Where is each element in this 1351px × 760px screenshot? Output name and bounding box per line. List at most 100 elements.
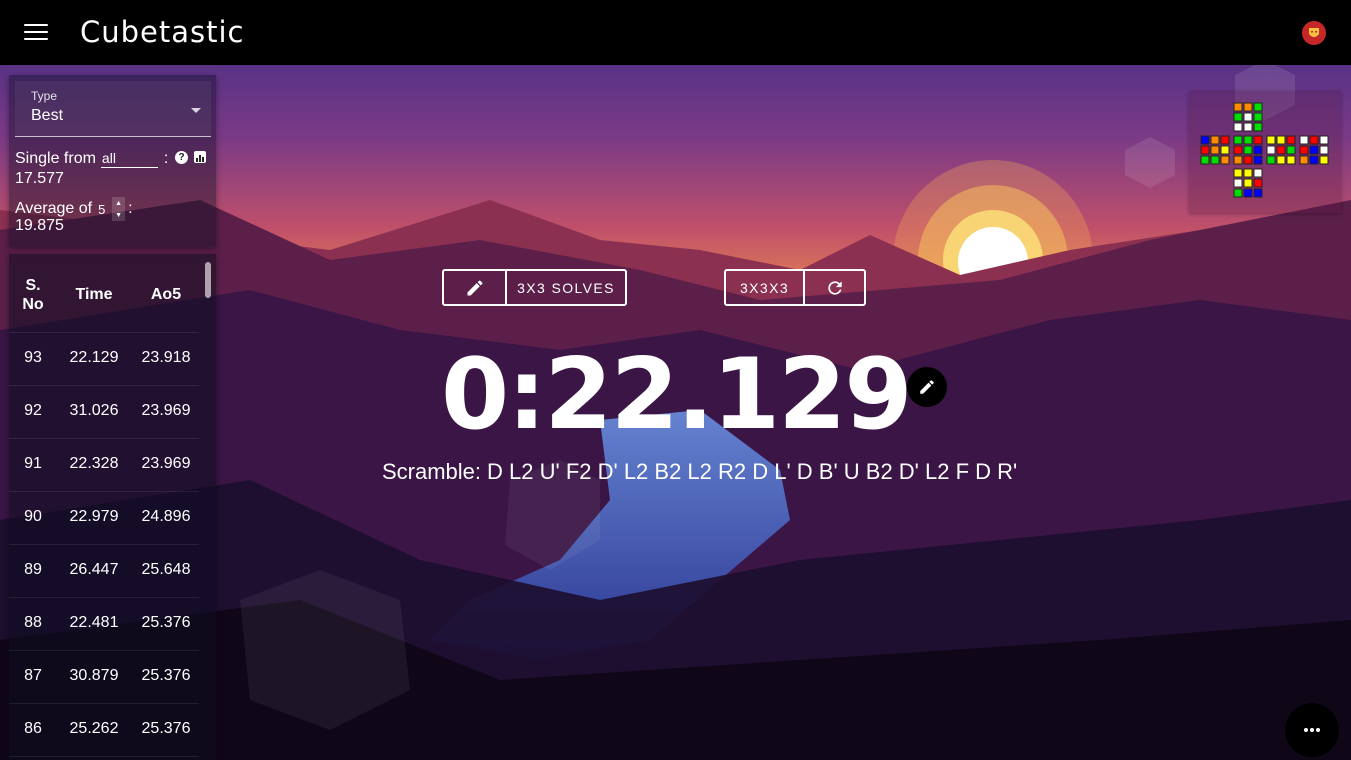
cell-sno: 93 [24, 349, 42, 366]
menu-icon[interactable] [24, 24, 48, 42]
cube-sticker-u [1233, 122, 1243, 132]
cube-sticker-r [1276, 135, 1286, 145]
cube-sticker-f [1243, 145, 1253, 155]
cell-time: 22.481 [69, 614, 119, 631]
cell-sno: 89 [24, 561, 42, 578]
cube-net [1200, 102, 1329, 198]
cube-sticker-l [1200, 135, 1210, 145]
column-sno-line2: No [22, 296, 44, 313]
cell-time: 25.262 [69, 720, 119, 737]
user-avatar[interactable] [1302, 21, 1326, 45]
cube-sticker-b [1299, 155, 1309, 165]
app-title: Cubetastic [80, 15, 245, 49]
cell-sno: 92 [24, 402, 42, 419]
average-stepper[interactable]: ▲ ▼ [112, 197, 126, 221]
cell-sno: 86 [24, 720, 42, 737]
timer-display[interactable]: 0:22.129 [441, 340, 913, 450]
help-icon[interactable]: ? [175, 151, 188, 164]
single-label: Single from [15, 150, 96, 167]
column-sno: S. No [13, 276, 53, 314]
cell-ao5: 23.918 [141, 349, 191, 366]
cell-ao5: 23.969 [141, 402, 191, 419]
cube-sticker-d [1243, 188, 1253, 198]
column-sno-line1: S. [25, 277, 41, 294]
edit-time-button[interactable] [907, 367, 947, 407]
single-best-value: 17.577 [15, 170, 64, 187]
scramble-moves: D L2 U' F2 D' L2 B2 L2 R2 D L' D B' U B2… [487, 459, 1018, 484]
session-button-group: 3X3 SOLVES [442, 269, 627, 306]
cube-sticker-d [1233, 168, 1243, 178]
type-select-label: Type [31, 89, 58, 103]
cube-sticker-d [1243, 178, 1253, 188]
cube-sticker-b [1309, 135, 1319, 145]
cube-sticker-f [1233, 155, 1243, 165]
edit-session-button[interactable] [444, 271, 505, 304]
more-options-button[interactable] [1285, 703, 1339, 757]
cube-sticker-u [1253, 102, 1263, 112]
cube-sticker-l [1220, 155, 1230, 165]
puzzle-select-button[interactable]: 3X3X3 [726, 271, 803, 304]
cube-sticker-u [1243, 122, 1253, 132]
single-colon: : [163, 150, 169, 167]
cube-sticker-l [1200, 155, 1210, 165]
cell-time: 31.026 [69, 402, 119, 419]
cube-sticker-b [1309, 145, 1319, 155]
new-scramble-button[interactable] [803, 271, 864, 304]
table-row[interactable]: 86 25.262 25.376 [9, 703, 199, 757]
table-row[interactable]: 89 26.447 25.648 [9, 544, 199, 598]
table-row[interactable]: 90 22.979 24.896 [9, 491, 199, 545]
cube-sticker-l [1220, 135, 1230, 145]
cube-sticker-l [1210, 155, 1220, 165]
cell-sno: 90 [24, 508, 42, 525]
type-select-value: Best [31, 107, 64, 124]
cube-sticker-d [1233, 178, 1243, 188]
average-count-input[interactable]: 5 [98, 202, 112, 217]
table-row[interactable]: 92 31.026 23.969 [9, 385, 199, 439]
cube-sticker-r [1286, 145, 1296, 155]
cube-sticker-d [1253, 178, 1263, 188]
solve-history-table: S. No Time Ao5 93 22.129 23.918 92 31.026 23.… [9, 254, 216, 760]
single-row: Single from all : [15, 149, 168, 168]
cell-ao5: 25.648 [141, 561, 191, 578]
cube-sticker-d [1243, 168, 1253, 178]
cube-sticker-r [1266, 135, 1276, 145]
cube-preview[interactable] [1189, 91, 1341, 213]
cell-time: 22.129 [69, 349, 119, 366]
cube-sticker-r [1286, 155, 1296, 165]
scramble-text: Scramble: D L2 U' F2 D' L2 B2 L2 R2 D L' … [382, 459, 1017, 485]
cell-ao5: 24.896 [141, 508, 191, 525]
stats-panel: Type Best Single from all : ? 17.577 Ave… [9, 75, 216, 247]
cube-sticker-d [1253, 188, 1263, 198]
cube-sticker-r [1286, 135, 1296, 145]
session-select-button[interactable]: 3X3 SOLVES [505, 271, 625, 304]
table-row[interactable]: 87 30.879 25.376 [9, 650, 199, 704]
cell-sno: 87 [24, 667, 42, 684]
single-from-input[interactable]: all [100, 149, 158, 168]
cell-time: 22.328 [69, 455, 119, 472]
cube-sticker-f [1233, 145, 1243, 155]
table-row[interactable]: 93 22.129 23.918 [9, 332, 199, 386]
cube-sticker-u [1253, 122, 1263, 132]
refresh-icon [827, 280, 842, 295]
cell-sno: 91 [24, 455, 42, 472]
cube-sticker-r [1276, 155, 1286, 165]
cube-sticker-b [1319, 155, 1329, 165]
cube-sticker-l [1200, 145, 1210, 155]
cube-sticker-r [1266, 145, 1276, 155]
cube-sticker-b [1299, 135, 1309, 145]
mask-icon [1309, 28, 1319, 37]
cube-sticker-u [1243, 112, 1253, 122]
cube-sticker-l [1210, 145, 1220, 155]
table-header: S. No Time Ao5 [9, 254, 199, 333]
table-row[interactable]: 91 22.328 23.969 [9, 438, 199, 492]
more-horizontal-icon [1304, 728, 1320, 732]
average-colon: : [128, 200, 133, 217]
type-select[interactable]: Type Best [15, 81, 211, 137]
table-row[interactable]: 88 22.481 25.376 [9, 597, 199, 651]
pencil-icon [467, 279, 483, 295]
cube-sticker-u [1233, 102, 1243, 112]
cube-sticker-f [1253, 135, 1263, 145]
table-scrollbar[interactable] [205, 262, 211, 298]
chart-icon[interactable] [194, 151, 206, 163]
cube-sticker-b [1319, 135, 1329, 145]
